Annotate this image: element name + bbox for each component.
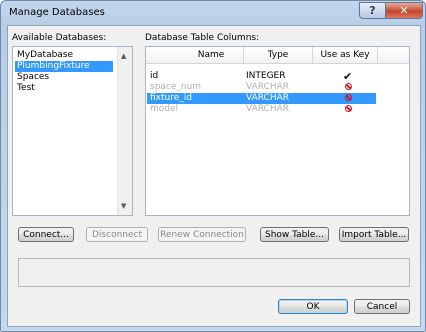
- list-item-database[interactable]: Spaces: [15, 72, 51, 83]
- dialog-body: Available Databases: MyDatabase Plumbing…: [7, 25, 421, 327]
- table-row[interactable]: fixture_id VARCHAR: [147, 93, 376, 104]
- table-columns-label: Database Table Columns:: [145, 33, 260, 43]
- column-type-cell: VARCHAR: [246, 93, 290, 103]
- column-header-name[interactable]: Name: [176, 50, 246, 60]
- column-name-cell: id: [150, 71, 159, 81]
- list-item-database[interactable]: PlumbingFixture: [15, 61, 113, 72]
- available-databases-label: Available Databases:: [12, 33, 107, 43]
- scroll-down-icon[interactable]: ▼: [121, 202, 126, 210]
- import-table-button[interactable]: Import Table...: [339, 227, 409, 242]
- show-table-button[interactable]: Show Table...: [260, 227, 329, 242]
- disconnect-button[interactable]: Disconnect: [86, 227, 148, 242]
- cancel-button[interactable]: Cancel: [354, 299, 410, 314]
- column-name-cell: model: [150, 104, 179, 114]
- help-button[interactable]: ?: [359, 2, 386, 19]
- column-name-cell: space_num: [150, 82, 202, 92]
- window-title: Manage Databases: [9, 7, 105, 18]
- check-icon[interactable]: ✔: [343, 71, 352, 82]
- column-name-cell: fixture_id: [150, 93, 192, 103]
- table-row[interactable]: id INTEGER ✔: [147, 71, 376, 82]
- table-row[interactable]: space_num VARCHAR: [147, 82, 376, 93]
- vertical-scrollbar[interactable]: ▲ ▼: [117, 47, 132, 215]
- grid-header: Name Type Use as Key: [146, 47, 409, 64]
- list-item-database[interactable]: MyDatabase: [15, 50, 75, 61]
- column-type-cell: VARCHAR: [246, 104, 290, 114]
- title-bar[interactable]: Manage Databases ? ✕: [1, 1, 425, 25]
- not-allowed-icon[interactable]: [343, 82, 354, 93]
- not-allowed-icon[interactable]: [343, 104, 354, 115]
- available-databases-list[interactable]: MyDatabase PlumbingFixture Spaces Test ▲…: [12, 46, 133, 216]
- connect-button[interactable]: Connect...: [18, 227, 74, 242]
- table-columns-grid[interactable]: Name Type Use as Key id INTEGER ✔ space_…: [145, 46, 410, 216]
- column-header-type[interactable]: Type: [243, 50, 313, 60]
- dialog-window: Manage Databases ? ✕ Available Databases…: [0, 0, 426, 332]
- not-allowed-icon[interactable]: [343, 93, 354, 104]
- ok-button[interactable]: OK: [278, 299, 348, 314]
- close-button[interactable]: ✕: [385, 2, 423, 19]
- renew-connection-button[interactable]: Renew Connection: [158, 227, 246, 242]
- list-item-database[interactable]: Test: [15, 83, 37, 94]
- column-separator: [377, 47, 378, 63]
- status-area: [18, 258, 410, 287]
- column-type-cell: VARCHAR: [246, 82, 290, 92]
- table-row[interactable]: model VARCHAR: [147, 104, 376, 115]
- scroll-up-icon[interactable]: ▲: [121, 52, 126, 60]
- column-type-cell: INTEGER: [246, 71, 286, 81]
- column-header-key[interactable]: Use as Key: [312, 50, 378, 60]
